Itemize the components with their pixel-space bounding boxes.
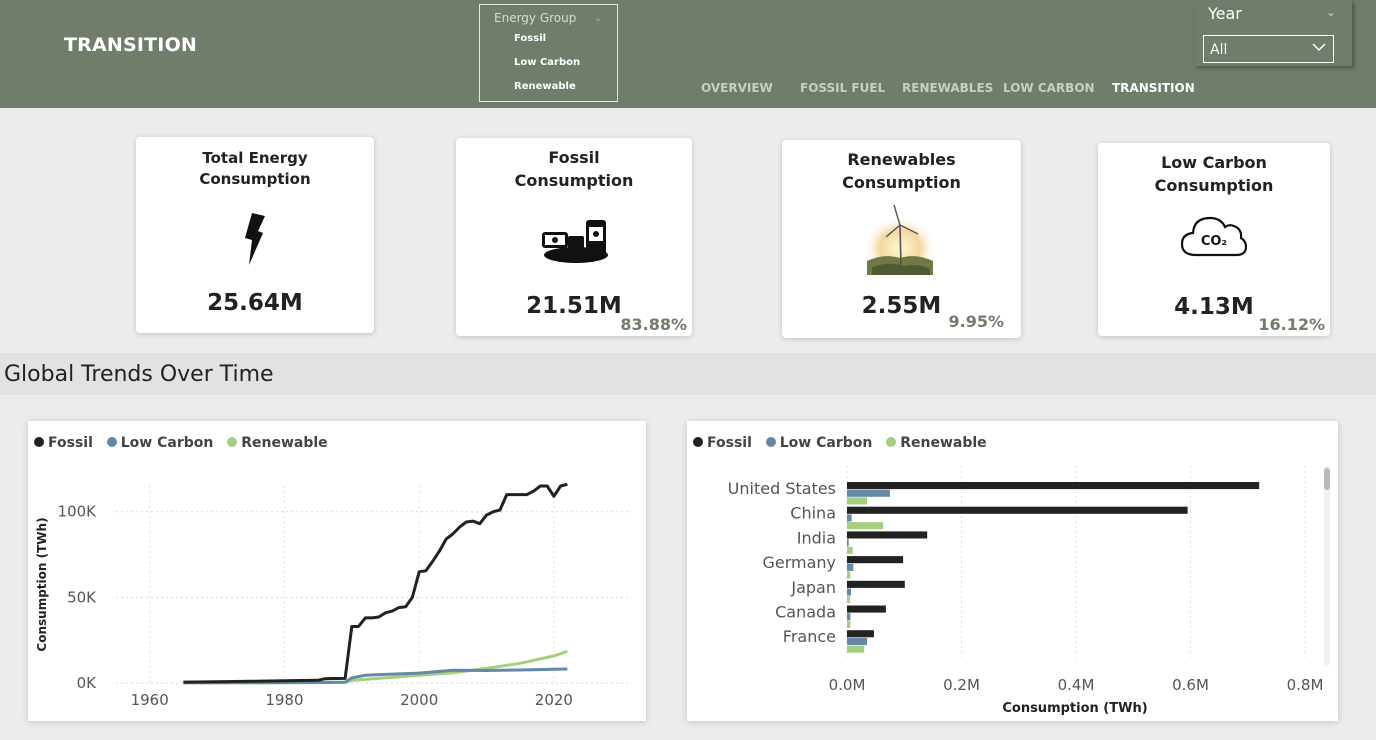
y-tick-label: 50K — [67, 588, 97, 606]
scrollbar-thumb[interactable] — [1324, 468, 1330, 490]
card-title: Fossil Consumption — [456, 146, 692, 192]
y-tick-label: 100K — [58, 503, 98, 521]
bar-fossil — [847, 580, 905, 588]
bar-low-carbon — [847, 588, 851, 596]
oil-barrels-icon — [540, 216, 610, 270]
bar-low-carbon — [847, 637, 867, 645]
category-label: France — [783, 627, 836, 646]
chevron-down-icon[interactable]: ⌄ — [1326, 5, 1336, 19]
slicer-item-renewable[interactable]: Renewable — [514, 81, 576, 92]
x-tick-label: 0.6M — [1172, 676, 1209, 694]
x-tick-label: 0.4M — [1058, 676, 1095, 694]
year-label: Year — [1208, 4, 1242, 23]
card-title-line: Renewables — [847, 150, 956, 169]
slicer-title: Energy Group — [494, 11, 577, 25]
bar-renewable — [847, 620, 851, 628]
chevron-down-icon[interactable] — [1311, 39, 1327, 59]
card-title-line: Low Carbon — [1161, 153, 1267, 172]
card-low-carbon: Low Carbon Consumption CO₂ 4.13M 16.12% — [1098, 143, 1330, 336]
slicer-item-low-carbon[interactable]: Low Carbon — [514, 57, 580, 68]
card-value: 25.64M — [207, 290, 303, 316]
card-title-line: Consumption — [199, 170, 311, 188]
bar-renewable — [847, 522, 884, 530]
category-label: Germany — [762, 553, 836, 572]
card-title: Total Energy Consumption — [136, 148, 374, 190]
tab-transition[interactable]: TRANSITION — [1112, 81, 1195, 95]
bar-fossil — [847, 630, 874, 638]
card-title-line: Consumption — [842, 173, 961, 192]
card-title-line: Total Energy — [202, 149, 308, 167]
bar-renewable — [847, 497, 867, 505]
year-slicer[interactable]: Year ⌄ All — [1195, 0, 1352, 66]
card-renewables: Renewables Consumption 2.55M 9.95% — [782, 140, 1021, 338]
line-chart: 0K 50K 100K 1960 1980 2000 2020 Consumption (TW… — [35, 482, 628, 709]
card-percentage: 9.95% — [948, 312, 1004, 331]
page-title: TRANSITION — [64, 34, 198, 56]
year-dropdown[interactable]: All — [1203, 35, 1334, 63]
card-title: Renewables Consumption — [782, 148, 1021, 194]
card-title-line: Fossil — [548, 148, 600, 167]
bar-fossil — [847, 482, 1260, 490]
year-value: All — [1210, 42, 1228, 58]
energy-group-slicer[interactable]: Energy Group ⌄ Fossil Low Carbon Renewab… — [479, 4, 618, 102]
bar-low-carbon — [847, 613, 851, 621]
section-title: Global Trends Over Time — [4, 362, 274, 387]
bar-renewable — [847, 546, 853, 554]
co2-label: CO₂ — [1201, 234, 1227, 249]
section-band: Global Trends Over Time — [0, 353, 1376, 395]
x-tick-label: 1980 — [265, 691, 303, 709]
card-title-line: Consumption — [1154, 176, 1274, 195]
x-tick-label: 2020 — [535, 691, 573, 709]
chevron-down-icon[interactable]: ⌄ — [594, 11, 603, 24]
x-tick-label: 0.2M — [943, 676, 980, 694]
bar-low-carbon — [847, 563, 854, 571]
bar-chart-card: Fossil Low Carbon Renewable 0.0M 0.2M 0.4M… — [687, 421, 1338, 721]
card-fossil: Fossil Consumption 21.51M 83.88% — [456, 138, 692, 336]
series-line-renewable — [183, 649, 568, 685]
y-tick-label: 0K — [77, 674, 98, 692]
x-tick-label: 2000 — [400, 691, 438, 709]
scrollbar-track — [1324, 466, 1330, 666]
card-title-line: Consumption — [514, 171, 634, 190]
tab-low-carbon[interactable]: LOW CARBON — [1003, 81, 1095, 95]
header-bar: TRANSITION Energy Group ⌄ Fossil Low Car… — [0, 0, 1376, 108]
card-percentage: 83.88% — [620, 315, 687, 334]
co2-cloud-icon: CO₂ — [1179, 210, 1249, 264]
tab-renewables[interactable]: RENEWABLES — [902, 81, 993, 95]
x-tick-label: 1960 — [131, 691, 169, 709]
category-label: Canada — [775, 603, 836, 622]
bar-low-carbon — [847, 514, 852, 522]
category-label: Japan — [790, 578, 836, 597]
category-label: United States — [728, 479, 836, 498]
bar-renewable — [847, 596, 850, 604]
category-label: China — [790, 504, 836, 523]
tab-fossil-fuel[interactable]: FOSSIL FUEL — [800, 81, 885, 95]
line-chart-card: Fossil Low Carbon Renewable 0K 50K 100K 196… — [28, 421, 646, 721]
bar-chart: 0.0M 0.2M 0.4M 0.6M 0.8M Consumption (TWh) Uni… — [728, 466, 1330, 716]
card-title: Low Carbon Consumption — [1098, 151, 1330, 197]
tab-overview[interactable]: OVERVIEW — [701, 81, 773, 95]
x-tick-label: 0.0M — [829, 676, 866, 694]
y-axis-label: Consumption (TWh) — [35, 517, 49, 651]
x-axis-label: Consumption (TWh) — [1002, 701, 1147, 716]
bar-fossil — [847, 605, 886, 613]
slicer-item-fossil[interactable]: Fossil — [514, 33, 546, 44]
wind-turbine-icon — [864, 203, 936, 283]
bar-fossil — [847, 506, 1188, 514]
series-line-fossil — [183, 482, 568, 684]
lightning-bolt-icon — [240, 212, 266, 270]
x-tick-label: 0.8M — [1287, 676, 1324, 694]
bar-fossil — [847, 531, 928, 539]
card-percentage: 16.12% — [1258, 315, 1325, 334]
category-label: India — [797, 528, 836, 547]
bar-low-carbon — [847, 489, 890, 497]
bar-renewable — [847, 645, 865, 653]
card-total-energy: Total Energy Consumption 25.64M — [136, 137, 374, 333]
bar-renewable — [847, 571, 851, 579]
bar-low-carbon — [847, 539, 849, 547]
bar-fossil — [847, 556, 904, 564]
